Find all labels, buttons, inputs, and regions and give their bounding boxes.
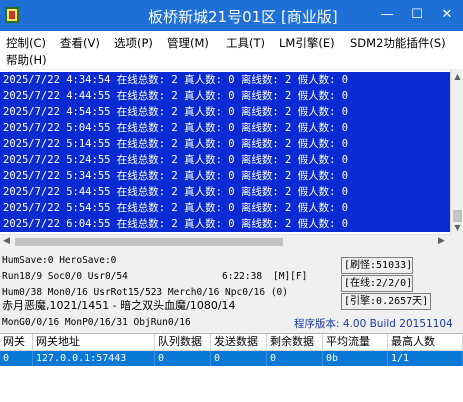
log-horizontal-scrollbar[interactable]: ◀ ▶ [0, 234, 450, 248]
menu-manage[interactable]: 管理(M) [167, 35, 209, 51]
online-count-box: [在线:2/2/0] [341, 275, 413, 292]
monster-status: 赤月恶魔,1021/1451 - 暗之双头血魔/1080/14 [2, 299, 236, 312]
menu-sdm2-plugins[interactable]: SDM2功能插件(S) [350, 35, 446, 51]
scroll-down-arrow-icon[interactable]: ▼ [453, 223, 462, 232]
log-line[interactable]: 2025/7/22 4:34:54 在线总数: 2 真人数: 0 离线数: 2 … [0, 72, 450, 88]
cell-remaining-data[interactable]: 0 [267, 351, 323, 366]
log-line[interactable]: 2025/7/22 5:04:55 在线总数: 2 真人数: 0 离线数: 2 … [0, 120, 450, 136]
cell-gateway[interactable]: 0 [0, 351, 33, 366]
mong-status: MonG0/0/16 MonP0/16/31 ObjRun0/16 [2, 317, 191, 328]
log-line[interactable]: 2025/7/22 4:44:55 在线总数: 2 真人数: 0 离线数: 2 … [0, 88, 450, 104]
cell-sent-data[interactable]: 0 [211, 351, 267, 366]
column-header-avg-traffic[interactable]: 平均流量 [323, 334, 388, 351]
maximize-button[interactable]: ☐ [403, 0, 431, 31]
title-bar[interactable]: 板桥新城21号01区 [商业版] — ☐ ✕ [0, 0, 463, 31]
close-button[interactable]: ✕ [433, 0, 461, 31]
scroll-up-arrow-icon[interactable]: ▲ [453, 72, 462, 81]
column-header-gateway-address[interactable]: 网关地址 [33, 334, 155, 351]
scroll-left-arrow-icon[interactable]: ◀ [3, 236, 10, 246]
log-line[interactable]: 2025/7/22 6:04:55 在线总数: 2 真人数: 0 离线数: 2 … [0, 216, 450, 232]
cell-queue-data[interactable]: 0 [155, 351, 211, 366]
minimize-button[interactable]: — [373, 0, 401, 31]
log-line[interactable]: 2025/7/22 5:34:55 在线总数: 2 真人数: 0 离线数: 2 … [0, 168, 450, 184]
save-status: HumSave:0 HeroSave:0 [2, 255, 117, 266]
log-line[interactable]: 2025/7/22 5:44:55 在线总数: 2 真人数: 0 离线数: 2 … [0, 184, 450, 200]
log-line[interactable]: 2025/7/22 5:54:55 在线总数: 2 真人数: 0 离线数: 2 … [0, 200, 450, 216]
log-line[interactable]: 2025/7/22 5:24:55 在线总数: 2 真人数: 0 离线数: 2 … [0, 152, 450, 168]
menu-view[interactable]: 查看(V) [60, 35, 100, 51]
refresh-monster-box: [刷怪:51033] [341, 257, 413, 274]
menu-control[interactable]: 控制(C) [6, 35, 46, 51]
log-line[interactable]: 2025/7/22 4:54:55 在线总数: 2 真人数: 0 离线数: 2 … [0, 104, 450, 120]
program-version: 程序版本: 4.00 Build 20151104 [294, 318, 453, 330]
column-header-queue-data[interactable]: 队列数据 [155, 334, 211, 351]
log-panel[interactable]: 2025/7/22 4:34:54 在线总数: 2 真人数: 0 离线数: 2 … [0, 70, 450, 234]
hum-status: Hum0/38 Mon0/16 UsrRot15/523 Merch0/16 N… [2, 287, 288, 298]
scrollbar-thumb[interactable] [453, 210, 462, 222]
cell-avg-traffic[interactable]: 0b [323, 351, 388, 366]
cell-max-users[interactable]: 1/1 [388, 351, 463, 366]
mode-flags: [M][F] [273, 271, 308, 282]
window-title: 板桥新城21号01区 [商业版] [148, 8, 338, 26]
app-icon [5, 7, 19, 23]
menu-lm-engine[interactable]: LM引擎(E) [279, 35, 335, 51]
menu-tools[interactable]: 工具(T) [226, 35, 265, 51]
log-vertical-scrollbar[interactable]: ▲ ▼ [450, 70, 463, 234]
gateway-table: 网关 网关地址 队列数据 发送数据 剩余数据 平均流量 最高人数 0 127.0… [0, 333, 463, 402]
server-time: 6:22:38 [222, 271, 263, 282]
column-header-gateway[interactable]: 网关 [0, 334, 33, 351]
scrollbar-corner [450, 234, 463, 248]
menu-bar: 控制(C) 查看(V) 选项(P) 管理(M) 工具(T) LM引擎(E) SD… [0, 31, 463, 69]
menu-options[interactable]: 选项(P) [114, 35, 153, 51]
menu-help[interactable]: 帮助(H) [6, 52, 47, 68]
scrollbar-thumb[interactable] [15, 238, 283, 246]
cell-gateway-address[interactable]: 127.0.0.1:57443 [33, 351, 155, 366]
column-header-max-users[interactable]: 最高人数 [388, 334, 463, 351]
scroll-right-arrow-icon[interactable]: ▶ [438, 236, 445, 246]
log-line[interactable]: 2025/7/22 5:14:55 在线总数: 2 真人数: 0 离线数: 2 … [0, 136, 450, 152]
engine-uptime-box: [引擎:0.2657天] [341, 293, 431, 310]
column-header-sent-data[interactable]: 发送数据 [211, 334, 267, 351]
run-status: Run18/9 Soc0/0 Usr0/54 [2, 271, 128, 282]
column-header-remaining-data[interactable]: 剩余数据 [267, 334, 323, 351]
